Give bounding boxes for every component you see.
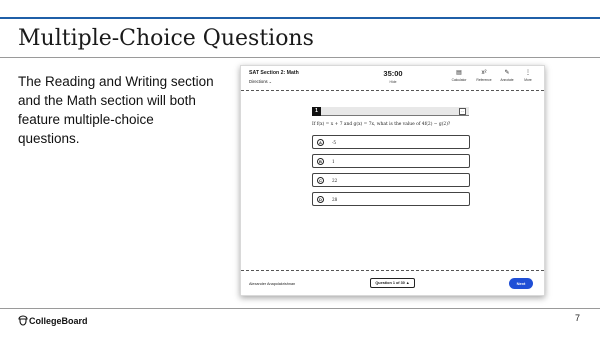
answer-choice-c[interactable]: C 22 — [312, 173, 470, 187]
footer-divider — [241, 270, 544, 271]
page-number: 7 — [575, 313, 581, 323]
test-app-screenshot: SAT Section 2: Math Directions⌄ 35:00 Hi… — [240, 65, 545, 296]
slide-title: Multiple-Choice Questions — [18, 26, 314, 51]
pencil-icon: ✎ — [504, 70, 510, 76]
logo-text: CollegeBoard — [29, 316, 88, 326]
choice-text: 1 — [332, 159, 335, 164]
reference-button[interactable]: x² Reference — [473, 69, 495, 82]
hide-timer-button[interactable]: Hide — [378, 80, 408, 84]
calculator-icon: ▤ — [456, 70, 462, 76]
answer-choice-a[interactable]: A -5 — [312, 135, 470, 149]
answer-choice-d[interactable]: D 28 — [312, 192, 470, 206]
directions-label: Directions — [249, 79, 268, 84]
student-name: Alexander Anapolakrishnan — [249, 282, 296, 286]
directions-button[interactable]: Directions⌄ — [249, 79, 272, 84]
question-text: If f(x) = x + 7 and g(x) = 7x, what is t… — [312, 122, 451, 127]
choice-text: 28 — [332, 197, 338, 202]
calculator-label: Calculator — [451, 78, 467, 82]
choice-letter: D — [317, 196, 324, 203]
annotate-label: Annotate — [500, 78, 514, 82]
timer: 35:00 — [383, 69, 403, 78]
question-header-bar: 1 ⋅⋅ — [312, 107, 469, 116]
choice-text: 22 — [332, 178, 338, 183]
reference-icon: x² — [481, 70, 487, 76]
chevron-down-icon: ⌄ — [268, 79, 272, 84]
question-nav-button[interactable]: Question 1 of 30 ▲ — [370, 278, 415, 288]
calculator-button[interactable]: ▤ Calculator — [448, 69, 470, 82]
more-vertical-icon: ⋮ — [525, 70, 531, 76]
choice-letter: C — [317, 177, 324, 184]
mark-for-review-icon[interactable]: ⋅⋅ — [459, 108, 466, 115]
question-nav-label: Question 1 of 30 — [375, 281, 405, 285]
top-accent-rule — [0, 17, 600, 19]
app-header: SAT Section 2: Math Directions⌄ 35:00 Hi… — [241, 66, 544, 90]
choice-text: -5 — [332, 140, 337, 145]
caret-up-icon: ▲ — [405, 281, 410, 285]
reference-label: Reference — [476, 78, 492, 82]
header-divider — [241, 90, 544, 91]
more-button[interactable]: ⋮ More — [517, 69, 539, 82]
acorn-icon — [18, 315, 28, 326]
section-title: SAT Section 2: Math — [249, 70, 299, 76]
collegeboard-logo: CollegeBoard — [18, 315, 88, 326]
next-button[interactable]: Next — [509, 278, 533, 289]
choice-letter: A — [317, 139, 324, 146]
question-number: 1 — [312, 107, 321, 116]
answer-choice-b[interactable]: B 1 — [312, 154, 470, 168]
annotate-button[interactable]: ✎ Annotate — [496, 69, 518, 82]
more-label: More — [524, 78, 532, 82]
title-divider — [0, 57, 600, 58]
choice-letter: B — [317, 158, 324, 165]
footer-divider-slide — [0, 308, 600, 309]
slide-body-text: The Reading and Writing section and the … — [18, 74, 214, 146]
